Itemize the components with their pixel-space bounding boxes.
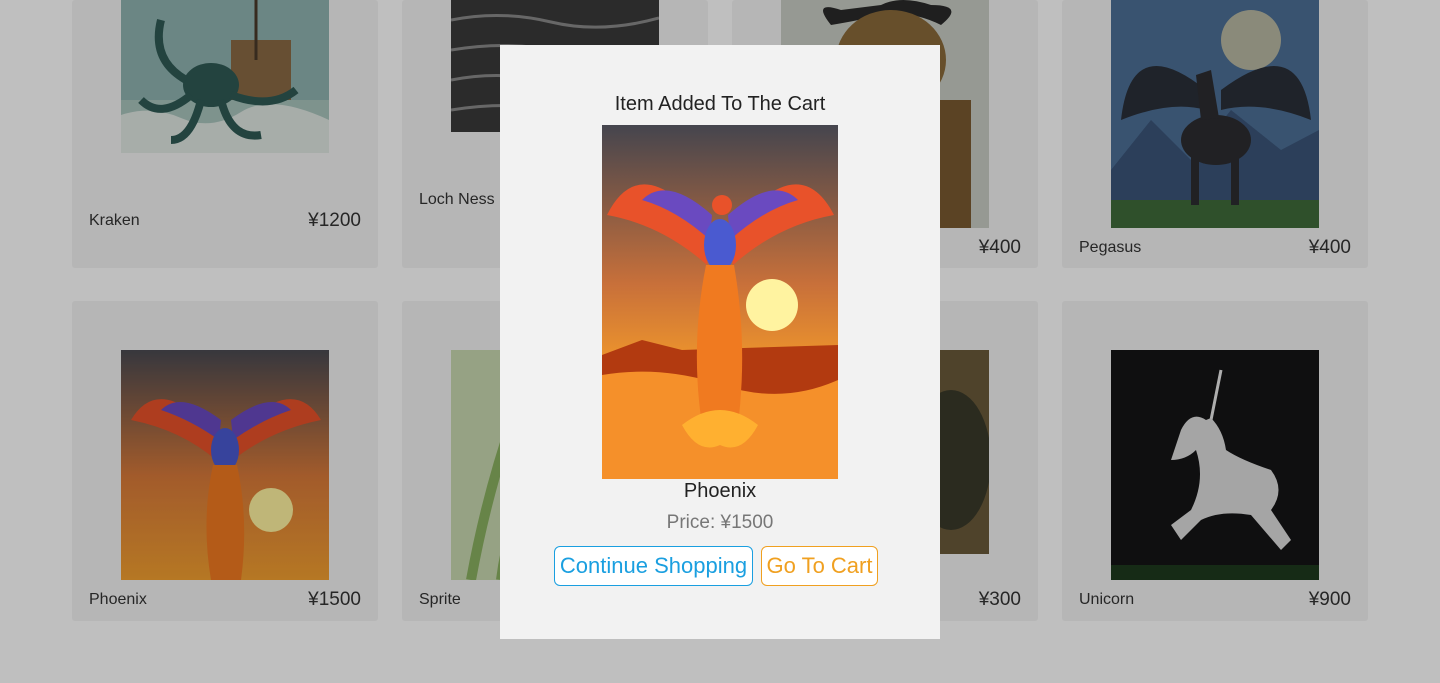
added-to-cart-modal: Item Added To The Cart Phoenix Price: ¥1… bbox=[500, 45, 940, 639]
modal-product-price: Price: ¥1500 bbox=[666, 512, 774, 533]
continue-shopping-button[interactable]: Continue Shopping bbox=[554, 546, 753, 586]
modal-title: Item Added To The Cart bbox=[614, 93, 826, 115]
modal-product-name: Phoenix bbox=[683, 480, 757, 502]
modal-product-image bbox=[602, 125, 838, 479]
go-to-cart-button[interactable]: Go To Cart bbox=[761, 546, 878, 586]
